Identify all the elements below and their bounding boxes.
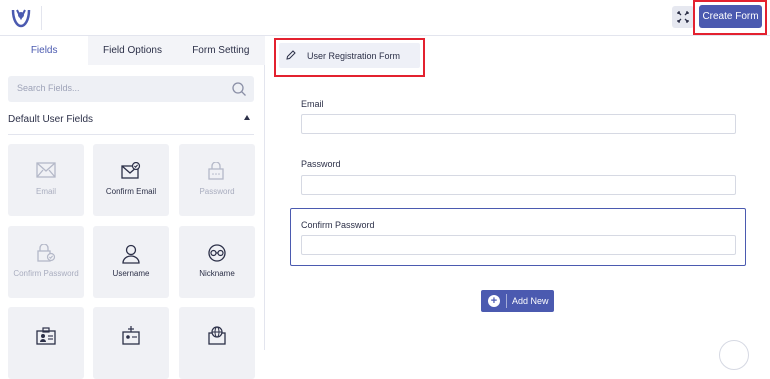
- panel-tabs: Fields Field Options Form Setting: [0, 36, 265, 65]
- section-title: Default User Fields: [8, 114, 94, 125]
- field-card-id[interactable]: [8, 307, 84, 379]
- tab-form-setting[interactable]: Form Setting: [176, 36, 265, 65]
- search-placeholder: Search Fields...: [17, 83, 80, 93]
- field-card-label: Username: [112, 269, 150, 278]
- field-card-email[interactable]: Email: [8, 144, 84, 216]
- create-form-button[interactable]: Create Form: [699, 5, 762, 28]
- field-card-label: Email: [35, 187, 56, 196]
- user-icon: [122, 244, 140, 264]
- top-bar: Create Form: [0, 0, 770, 36]
- field-card-label: Confirm Password: [13, 269, 79, 278]
- field-card-label: Nickname: [199, 269, 235, 278]
- globe-screen-icon: [208, 326, 226, 345]
- fields-panel: Fields Field Options Form Setting Search…: [0, 36, 265, 379]
- field-card-label: Password: [199, 187, 235, 196]
- plus-icon: +: [488, 295, 500, 307]
- default-user-fields-header[interactable]: Default User Fields: [8, 111, 254, 135]
- form-title: User Registration Form: [307, 51, 401, 61]
- email-field[interactable]: [301, 114, 736, 134]
- expand-icon: [677, 11, 689, 23]
- field-card-username[interactable]: Username: [93, 226, 169, 298]
- password-field[interactable]: [301, 175, 736, 195]
- button-divider: [506, 294, 507, 308]
- field-card-confirm-email[interactable]: Confirm Email: [93, 144, 169, 216]
- password-label: Password: [301, 159, 341, 169]
- field-card-label: Confirm Email: [105, 187, 157, 196]
- scroll-top-button[interactable]: [719, 340, 749, 370]
- field-card-website[interactable]: [179, 307, 255, 379]
- tab-field-options[interactable]: Field Options: [88, 36, 177, 65]
- field-card-confirm-password[interactable]: Confirm Password: [8, 226, 84, 298]
- field-card-password[interactable]: Password: [179, 144, 255, 216]
- expand-button[interactable]: [672, 6, 694, 28]
- badge-icon: [122, 326, 140, 345]
- confirm-password-label: Confirm Password: [301, 220, 375, 230]
- field-card-badge[interactable]: [93, 307, 169, 379]
- add-new-label: Add New: [512, 296, 549, 306]
- email-label: Email: [301, 99, 324, 109]
- field-card-nickname[interactable]: Nickname: [179, 226, 255, 298]
- confirm-password-field[interactable]: [301, 235, 736, 255]
- lock-check-icon: [37, 244, 56, 262]
- add-new-button[interactable]: + Add New: [481, 290, 554, 312]
- tab-fields[interactable]: Fields: [0, 36, 89, 65]
- user-registration-logo-icon[interactable]: [9, 6, 33, 30]
- pencil-icon[interactable]: [285, 49, 297, 61]
- envelope-icon: [36, 162, 56, 178]
- form-title-field[interactable]: User Registration Form: [279, 43, 420, 68]
- envelope-check-icon: [121, 162, 141, 179]
- search-icon[interactable]: [231, 81, 247, 97]
- mask-icon: [208, 244, 226, 262]
- logo-divider: [41, 6, 42, 30]
- caret-up-icon[interactable]: [244, 115, 250, 120]
- lock-icon: [208, 162, 224, 180]
- search-input[interactable]: Search Fields...: [8, 76, 254, 102]
- id-card-icon: [36, 327, 56, 345]
